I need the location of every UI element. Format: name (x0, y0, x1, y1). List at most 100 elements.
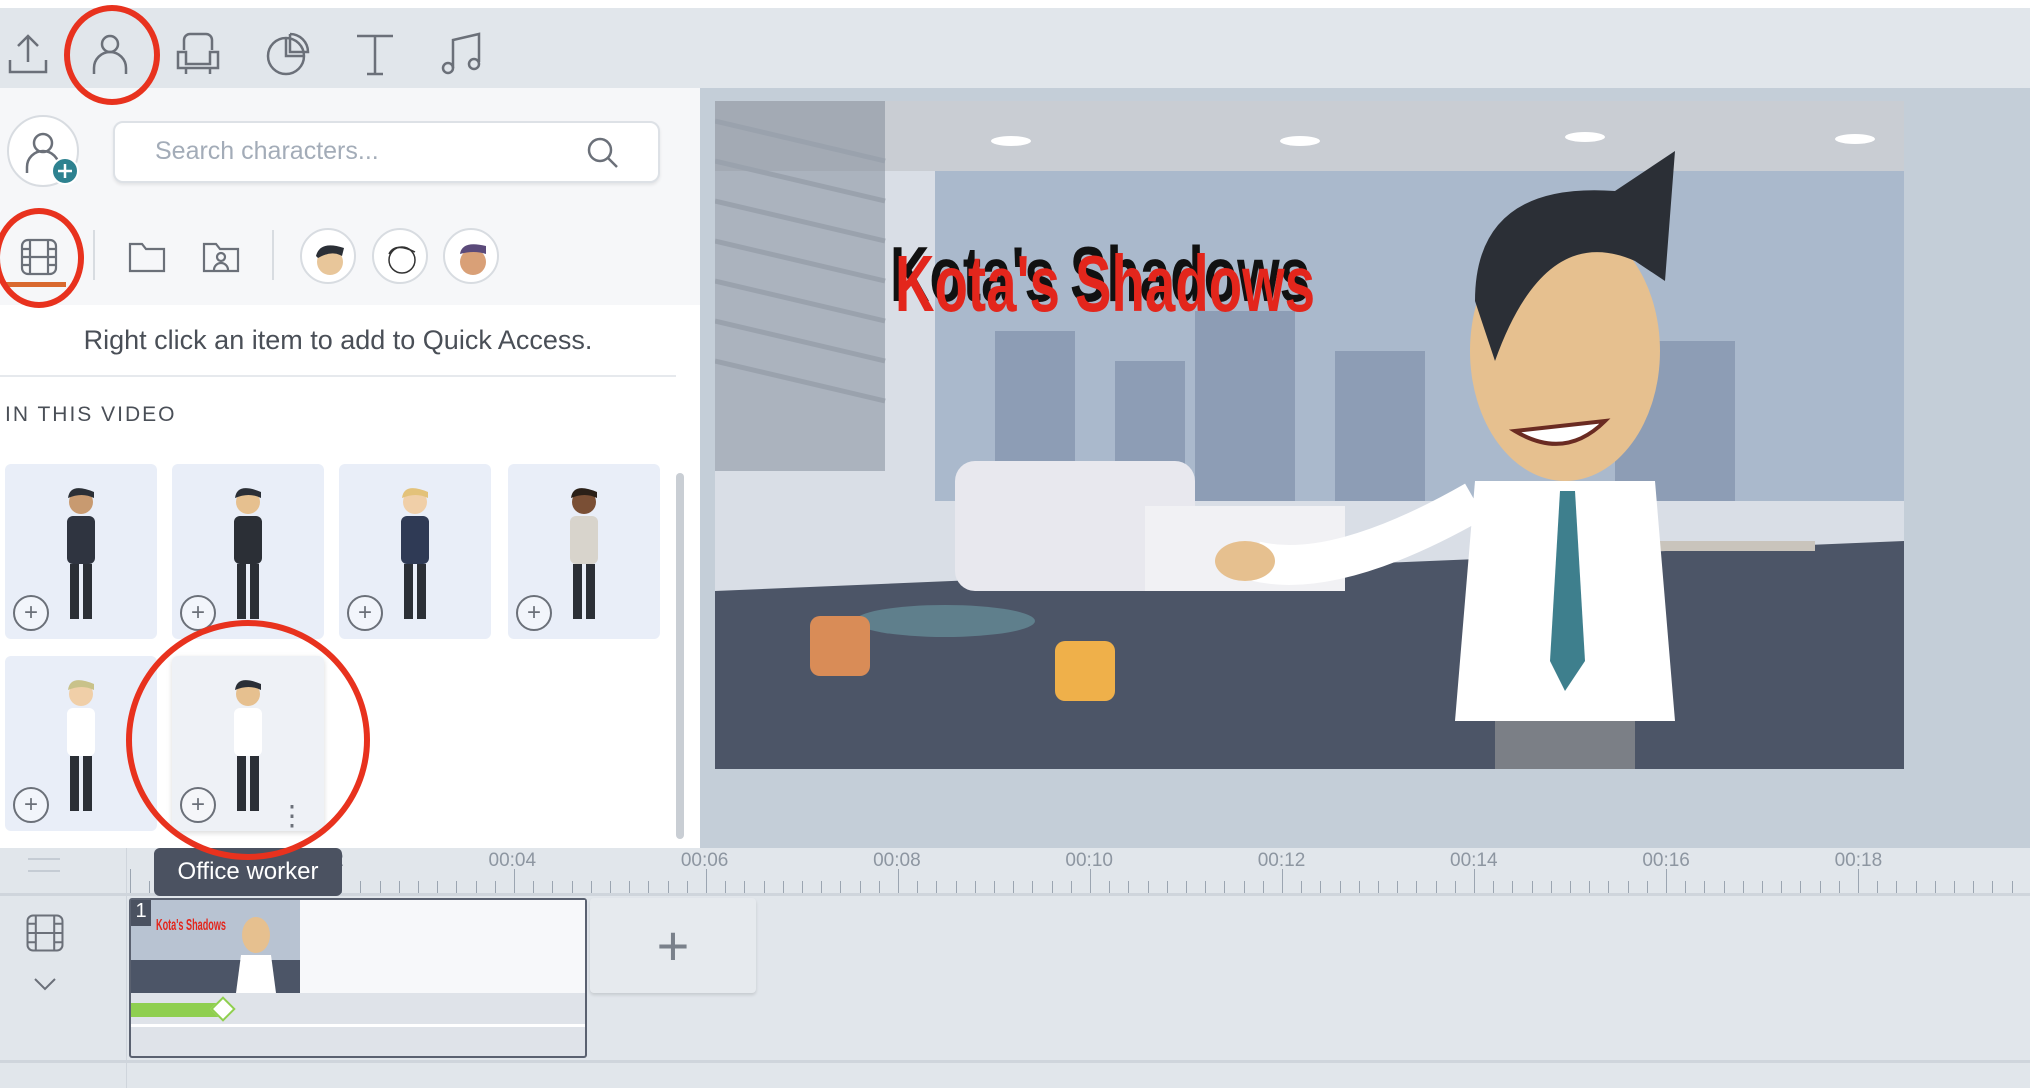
ruler-tick (1627, 881, 1629, 893)
chevron-down-icon[interactable] (32, 976, 58, 992)
ruler-tick (494, 881, 496, 893)
ruler-tick (149, 881, 151, 893)
ruler-tick (1147, 881, 1149, 893)
ruler-tick (1435, 881, 1437, 893)
scrollbar[interactable] (676, 473, 684, 839)
ruler-tick (840, 881, 842, 893)
ruler-tick (821, 881, 823, 893)
ruler-tick (1186, 881, 1187, 893)
ruler-tick (898, 869, 899, 893)
ruler-tick (1051, 881, 1053, 893)
ruler-tick (1320, 881, 1322, 893)
zoom-in-icon[interactable]: + (13, 787, 49, 823)
ruler-tick (1090, 869, 1091, 893)
ruler-tick (533, 881, 535, 893)
character-card[interactable]: + (508, 464, 660, 639)
divider (272, 230, 274, 280)
annotation-circle (126, 620, 370, 860)
scene-clip[interactable]: Kota's Shadows 1 (129, 898, 587, 1058)
ruler-tick (955, 881, 957, 893)
ruler-tick (1339, 881, 1341, 893)
ruler-label: 00:18 (1834, 850, 1883, 871)
ruler-tick (1262, 881, 1264, 893)
ruler-tick (379, 881, 381, 893)
scenes-icon[interactable] (22, 910, 68, 956)
ruler-tick (590, 881, 592, 893)
ruler-tick (1550, 881, 1552, 893)
style-filter-business[interactable] (443, 228, 499, 284)
ruler-tick (398, 881, 400, 893)
zoom-in-icon[interactable]: + (13, 595, 49, 631)
ruler-tick (1493, 881, 1495, 893)
divider (93, 230, 95, 280)
scene-duration-track (131, 1003, 585, 1017)
ruler-label: 00:14 (1450, 850, 1498, 871)
style-filter-modern[interactable] (300, 228, 356, 284)
ruler-tick (130, 869, 131, 893)
audio-tool[interactable] (435, 26, 491, 82)
armchair-icon (176, 32, 220, 74)
ruler-tick (1838, 881, 1840, 893)
scene-number: 1 (131, 900, 151, 926)
ruler-tick (1896, 881, 1898, 893)
ruler-tick (1742, 881, 1744, 893)
character-card[interactable]: + (5, 464, 157, 639)
character-card[interactable]: + (339, 464, 491, 639)
ruler-tick (1397, 881, 1399, 893)
ruler-label: 00:10 (1065, 850, 1113, 871)
create-character-button[interactable] (7, 115, 79, 187)
ruler-label: 00:06 (680, 850, 729, 871)
ruler-tick (1416, 881, 1418, 893)
ruler-tick (437, 881, 439, 893)
zoom-in-icon[interactable]: + (516, 595, 552, 631)
scene-canvas[interactable]: Kota's Shadows Kota's Shadows (715, 101, 1904, 769)
ruler-tick (706, 869, 707, 893)
ruler-tick (1474, 869, 1475, 893)
ruler-tick (1858, 869, 1859, 893)
ruler-tick (994, 881, 995, 893)
style-filter-whiteboard[interactable] (372, 228, 428, 284)
ruler-tick (1954, 881, 1955, 893)
ruler-tick (859, 881, 861, 893)
ruler-tick (1608, 881, 1610, 893)
ruler-tick (629, 881, 631, 893)
ruler-label: 00:16 (1642, 850, 1690, 871)
ruler-label: 00:12 (1257, 850, 1306, 871)
ruler-tick (1128, 881, 1130, 893)
zoom-in-icon[interactable]: + (347, 595, 383, 631)
ruler-tick (1819, 881, 1821, 893)
timeline-left-column (0, 848, 127, 1088)
filter-my-characters[interactable] (196, 232, 246, 287)
props-tool[interactable] (170, 26, 226, 82)
character-card[interactable]: + (172, 464, 324, 639)
charts-tool[interactable] (258, 26, 314, 82)
ruler-tick (1301, 881, 1303, 893)
search-box (113, 121, 660, 183)
drag-handle-icon[interactable] (28, 858, 60, 872)
add-scene-button[interactable]: + (590, 898, 756, 993)
scene-duration-fill (131, 1003, 222, 1017)
ruler-tick (1934, 881, 1936, 893)
ruler-tick (802, 881, 803, 893)
ruler-tick (1800, 881, 1802, 893)
text-tool[interactable] (347, 26, 403, 82)
ruler-tick (1358, 881, 1360, 893)
divider (0, 375, 676, 377)
upload-tool[interactable] (0, 26, 56, 82)
filter-folders[interactable] (122, 232, 172, 287)
ruler-tick (1512, 881, 1514, 893)
asset-toolbar (0, 0, 2030, 94)
search-icon[interactable] (586, 136, 620, 170)
ruler-tick (1243, 881, 1245, 893)
ruler-tick (878, 881, 880, 893)
ruler-tick (725, 881, 727, 893)
ruler-tick (1666, 869, 1667, 893)
annotation-circle (64, 5, 160, 105)
ruler-tick (1877, 881, 1879, 893)
ruler-label: 00:04 (488, 850, 537, 871)
search-input[interactable] (155, 137, 575, 166)
text-icon (357, 34, 393, 76)
duration-handle[interactable] (210, 996, 236, 1022)
ruler-tick (1013, 881, 1015, 893)
ruler-label: 00:08 (873, 850, 921, 871)
